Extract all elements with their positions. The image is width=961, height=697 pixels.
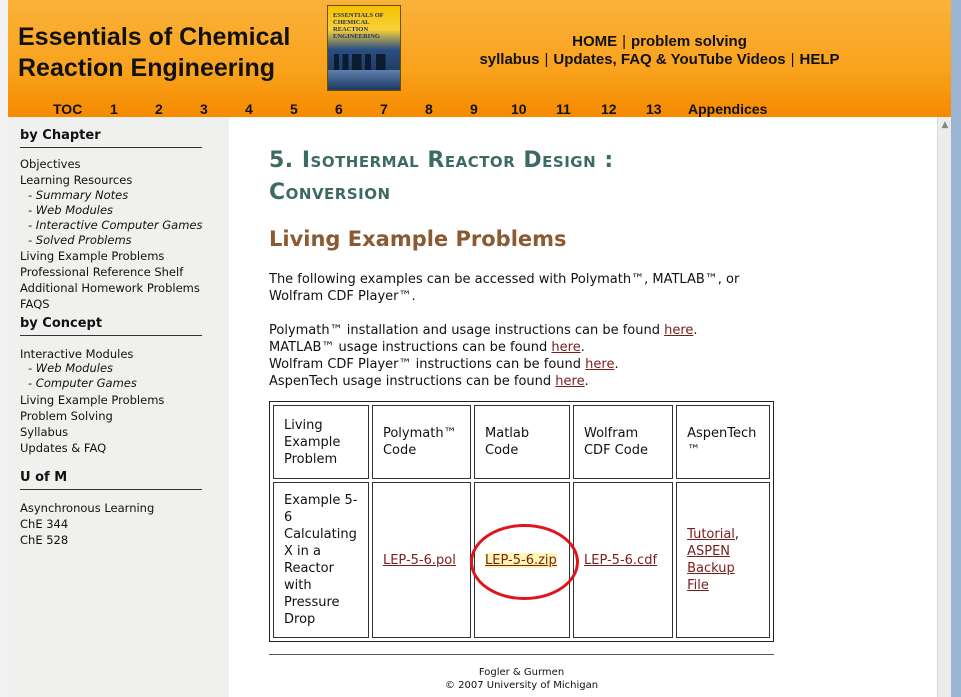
sidebar-item-summary-notes[interactable]: - Summary Notes: [28, 188, 128, 202]
nav-separator: |: [544, 51, 549, 68]
sidebar-item-syllabus[interactable]: Syllabus: [20, 425, 68, 439]
book-cover-skyline: [334, 54, 394, 70]
header-cell-aspentech: AspenTech ™: [676, 405, 770, 479]
chapter-link-9[interactable]: 9: [470, 101, 478, 117]
wolfram-file-link[interactable]: LEP-5-6.cdf: [584, 553, 657, 568]
nav-problem-solving-link[interactable]: problem solving: [631, 33, 747, 50]
cell-problem-description: Example 5-6 Calculating X in a Reactor w…: [273, 482, 369, 638]
nav-updates-link[interactable]: Updates, FAQ & YouTube Videos: [553, 51, 785, 68]
table-header-row: Living Example Problem Polymath™ Code Ma…: [273, 405, 770, 479]
instruction-line-aspentech: AspenTech usage instructions can be foun…: [269, 374, 589, 389]
sidebar: by Chapter Objectives Learning Resources…: [8, 117, 229, 697]
instruction-line-wolfram: Wolfram CDF Player™ instructions can be …: [269, 357, 619, 372]
sidebar-heading-by-chapter: by Chapter: [20, 128, 202, 148]
sidebar-item-professional-reference-shelf[interactable]: Professional Reference Shelf: [20, 265, 183, 279]
sidebar-item-che-344[interactable]: ChE 344: [20, 517, 68, 531]
sidebar-item-solved-problems[interactable]: - Solved Problems: [28, 233, 132, 247]
sidebar-item-interactive-computer-games[interactable]: - Interactive Computer Games: [28, 218, 202, 232]
sidebar-item-asynchronous-learning[interactable]: Asynchronous Learning: [20, 501, 154, 515]
header-cell-problem: Living Example Problem: [273, 405, 369, 479]
chapter-link-appendices[interactable]: Appendices: [688, 101, 767, 117]
chapter-link-toc[interactable]: TOC: [53, 101, 82, 117]
lep-table: Living Example Problem Polymath™ Code Ma…: [269, 401, 774, 642]
chapter-link-3[interactable]: 3: [200, 101, 208, 117]
sidebar-heading-by-concept: by Concept: [20, 316, 202, 336]
page-title: 5. Isothermal Reactor Design : Conversio…: [269, 148, 614, 205]
wolfram-instructions-link[interactable]: here: [585, 357, 614, 372]
scroll-up-arrow-icon[interactable]: ▲: [938, 117, 952, 133]
sidebar-item-che-528[interactable]: ChE 528: [20, 533, 68, 547]
aspen-tutorial-link[interactable]: Tutorial: [687, 527, 735, 542]
book-cover-image: ESSENTIALS OF CHEMICAL REACTION ENGINEER…: [327, 5, 401, 91]
polymath-instructions-link[interactable]: here: [664, 323, 693, 338]
sidebar-item-living-example-problems-concept[interactable]: Living Example Problems: [20, 393, 164, 407]
site-header: Essentials of Chemical Reaction Engineer…: [8, 0, 951, 117]
chapter-link-1[interactable]: 1: [110, 101, 118, 117]
sidebar-heading-u-of-m: U of M: [20, 470, 202, 490]
red-annotation-circle: [470, 524, 579, 600]
aspentech-instructions-link[interactable]: here: [555, 374, 584, 389]
footer-copyright: © 2007 University of Michigan: [444, 680, 599, 691]
nav-syllabus-link[interactable]: syllabus: [479, 51, 539, 68]
header-cell-polymath: Polymath™ Code: [371, 405, 472, 479]
intro-text: The following examples can be accessed w…: [269, 272, 740, 304]
header-cell-wolfram: Wolfram CDF Code: [572, 405, 674, 479]
footer-divider: [269, 654, 774, 655]
footer: Fogler & Gurmen © 2007 University of Mic…: [269, 666, 774, 692]
footer-authors: Fogler & Gurmen: [478, 667, 565, 678]
top-nav: HOME | problem solving syllabus | Updates, F…: [408, 33, 911, 69]
cell-wolfram: LEP-5-6.cdf: [572, 482, 674, 638]
nav-help-link[interactable]: HELP: [800, 51, 840, 68]
chapter-link-7[interactable]: 7: [380, 101, 388, 117]
sidebar-item-web-modules[interactable]: - Web Modules: [28, 203, 113, 217]
nav-separator: |: [790, 51, 795, 68]
sidebar-item-faqs[interactable]: FAQS: [20, 297, 50, 311]
chapter-link-11[interactable]: 11: [556, 101, 571, 117]
chapter-link-13[interactable]: 13: [646, 101, 662, 117]
chapter-link-8[interactable]: 8: [425, 101, 433, 117]
instructions-block: Polymath™ installation and usage instruc…: [269, 322, 749, 390]
sidebar-item-objectives[interactable]: Objectives: [20, 157, 81, 171]
sidebar-item-additional-homework[interactable]: Additional Homework Problems: [20, 281, 200, 295]
nav-home-link[interactable]: HOME: [572, 33, 617, 50]
sidebar-item-interactive-modules[interactable]: Interactive Modules: [20, 347, 133, 361]
chapter-link-10[interactable]: 10: [511, 101, 527, 117]
chapter-link-6[interactable]: 6: [335, 101, 343, 117]
window-frame-edge: [951, 0, 961, 697]
aspen-backup-link[interactable]: ASPEN Backup File: [687, 544, 735, 593]
book-cover-water: [328, 70, 400, 90]
chapter-link-4[interactable]: 4: [245, 101, 253, 117]
nav-separator: |: [622, 33, 627, 50]
chapter-link-2[interactable]: 2: [155, 101, 163, 117]
cell-aspentech: Tutorial, ASPEN Backup File: [676, 482, 770, 638]
cell-polymath: LEP-5-6.pol: [371, 482, 472, 638]
instruction-line-polymath: Polymath™ installation and usage instruc…: [269, 323, 698, 338]
polymath-file-link[interactable]: LEP-5-6.pol: [383, 553, 456, 568]
instruction-line-matlab: MATLAB™ usage instructions can be found …: [269, 340, 585, 355]
header-cell-matlab: Matlab Code: [474, 405, 570, 479]
site-title: Essentials of Chemical Reaction Engineer…: [18, 23, 291, 82]
chapter-link-12[interactable]: 12: [601, 101, 617, 117]
matlab-instructions-link[interactable]: here: [551, 340, 580, 355]
sidebar-item-computer-games[interactable]: - Computer Games: [28, 376, 137, 390]
sidebar-item-web-modules-concept[interactable]: - Web Modules: [28, 361, 113, 375]
sidebar-item-living-example-problems[interactable]: Living Example Problems: [20, 249, 164, 263]
book-cover-title: ESSENTIALS OF CHEMICAL REACTION ENGINEER…: [333, 12, 384, 40]
chapter-link-5[interactable]: 5: [290, 101, 298, 117]
main-content: 5. Isothermal Reactor Design : Conversio…: [229, 117, 937, 697]
sidebar-item-updates-faq[interactable]: Updates & FAQ: [20, 441, 106, 455]
sidebar-item-learning-resources[interactable]: Learning Resources: [20, 173, 132, 187]
vertical-scrollbar[interactable]: ▲: [937, 117, 952, 697]
sidebar-item-problem-solving[interactable]: Problem Solving: [20, 409, 113, 423]
section-heading: Living Example Problems: [269, 227, 567, 251]
